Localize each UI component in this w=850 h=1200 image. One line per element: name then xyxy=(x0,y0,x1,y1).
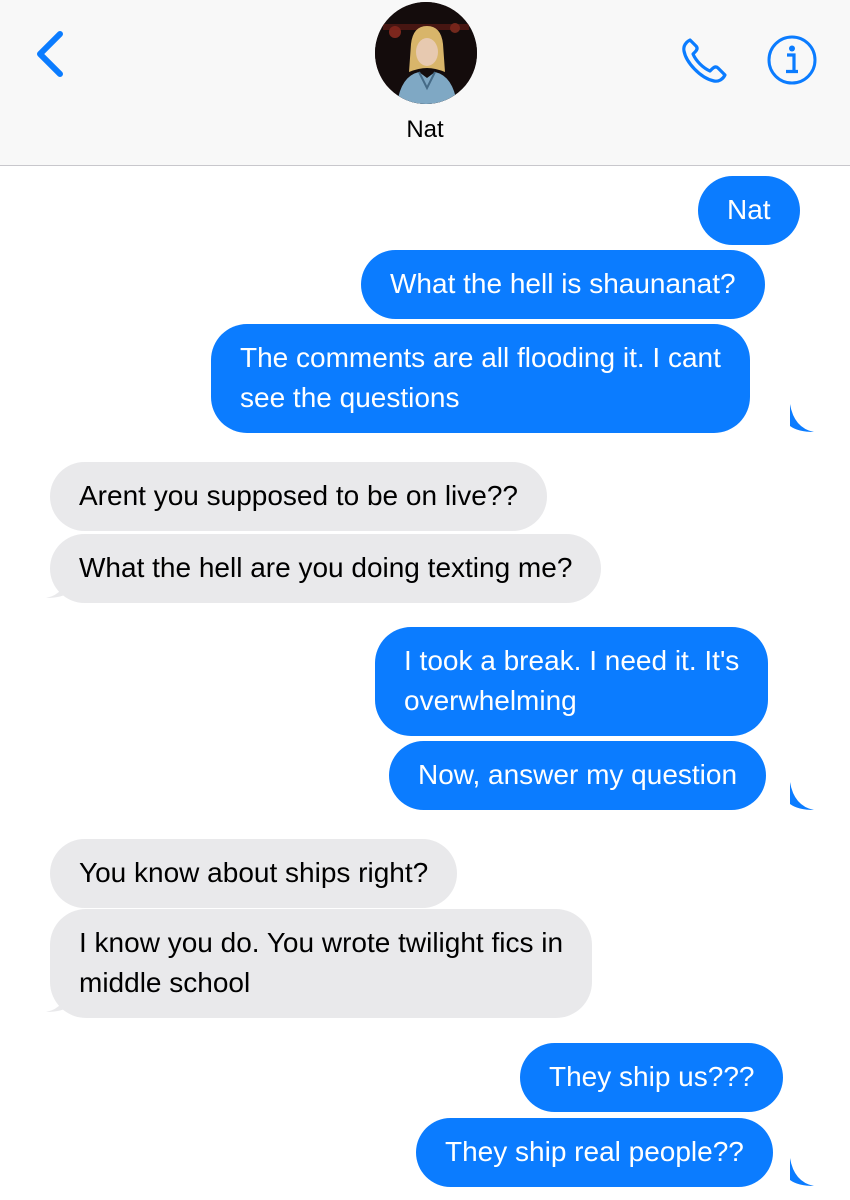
contact-name[interactable]: Nat xyxy=(0,116,850,144)
sent-message-bubble[interactable]: I took a break. I need it. It's overwhel… xyxy=(375,627,769,736)
received-bubble-tail xyxy=(46,570,70,598)
sent-message-bubble[interactable]: Now, answer my question xyxy=(389,741,767,810)
avatar[interactable] xyxy=(375,2,477,104)
message-text: Arent you supposed to be on live?? xyxy=(79,480,518,511)
sent-message-bubble[interactable]: The comments are all flooding it. I cant… xyxy=(211,324,750,433)
received-message-bubble[interactable]: I know you do. You wrote twilight fics i… xyxy=(50,909,593,1018)
message-text: You know about ships right? xyxy=(79,857,429,888)
info-button[interactable] xyxy=(766,34,818,86)
received-message-bubble[interactable]: What the hell are you doing texting me? xyxy=(50,534,602,603)
message-text: Nat xyxy=(727,194,771,225)
contact-photo xyxy=(375,2,477,104)
message-text: What the hell is shaunanat? xyxy=(390,268,736,299)
chevron-left-icon xyxy=(37,31,63,77)
received-message-bubble[interactable]: Arent you supposed to be on live?? xyxy=(50,462,547,531)
conversation-header: Nat xyxy=(0,0,850,166)
sent-bubble-tail xyxy=(790,404,814,432)
sent-message-bubble[interactable]: Nat xyxy=(698,176,800,245)
message-text-line: overwhelming xyxy=(404,685,577,716)
sent-message-bubble[interactable]: What the hell is shaunanat? xyxy=(361,250,765,319)
message-text: They ship real people?? xyxy=(445,1136,744,1167)
back-button[interactable] xyxy=(30,28,70,80)
sent-bubble-tail xyxy=(790,1158,814,1186)
message-text-line: see the questions xyxy=(240,382,460,413)
info-icon xyxy=(767,35,817,85)
message-text: Now, answer my question xyxy=(418,759,738,790)
sent-message-bubble[interactable]: They ship us??? xyxy=(520,1043,784,1112)
phone-icon xyxy=(682,38,727,83)
message-text-line: I took a break. I need it. It's xyxy=(404,645,740,676)
received-bubble-tail xyxy=(46,984,70,1012)
message-thread[interactable]: Nat What the hell is shaunanat? The comm… xyxy=(0,166,850,1200)
message-text-line: middle school xyxy=(79,967,251,998)
call-button[interactable] xyxy=(678,34,734,86)
message-text-line: The comments are all flooding it. I cant xyxy=(240,342,721,373)
message-text: What the hell are you doing texting me? xyxy=(79,552,573,583)
message-text-line: I know you do. You wrote twilight fics i… xyxy=(79,927,564,958)
sent-bubble-tail xyxy=(790,782,814,810)
message-text: They ship us??? xyxy=(549,1061,755,1092)
received-message-bubble[interactable]: You know about ships right? xyxy=(50,839,458,908)
sent-message-bubble[interactable]: They ship real people?? xyxy=(416,1118,773,1187)
